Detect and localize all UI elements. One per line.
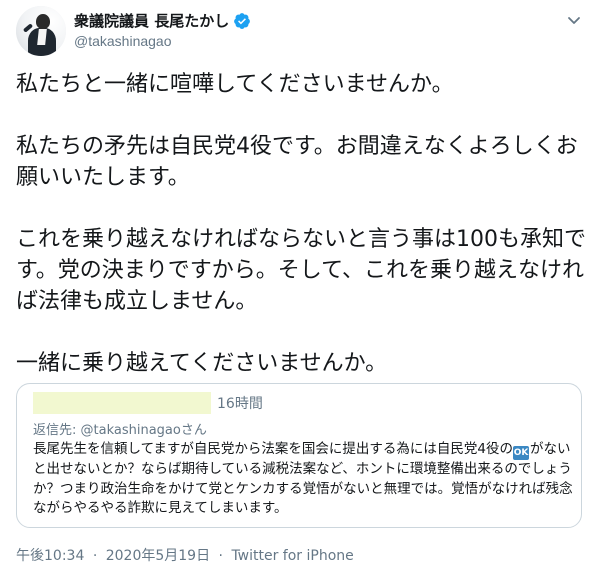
- meta-separator: ·: [92, 548, 98, 564]
- tweet-paragraph: 一緒に乗り越えてくださいませんか。: [16, 351, 388, 376]
- tweet-source[interactable]: Twitter for iPhone: [231, 548, 353, 564]
- quoted-tweet-header: 16時間: [33, 392, 263, 414]
- ok-emoji-icon: OK: [513, 446, 530, 460]
- tweet-text: 私たちと一緒に喧嘩してくださいませんか。 私たちの矛先は自民党4役です。お間違え…: [16, 69, 586, 379]
- redacted-author: [33, 392, 211, 414]
- chevron-down-icon[interactable]: [566, 12, 582, 28]
- verified-badge-icon: [233, 12, 251, 30]
- author-handle[interactable]: @takashinagao: [74, 33, 172, 49]
- meta-separator: ·: [218, 548, 223, 564]
- reply-to-label: 返信先: @takashinagaoさん: [33, 423, 207, 438]
- quoted-text-part: 長尾先生を信頼してますが自民党から法案を国会に提出する為には自民党4役の: [33, 441, 514, 457]
- display-name[interactable]: 衆議院議員 長尾たかし: [74, 10, 229, 31]
- tweet-meta: 午後10:34 · 2020年5月19日 · Twitter for iPhon…: [16, 545, 354, 565]
- tweet-time[interactable]: 午後10:34: [16, 548, 84, 564]
- tweet-paragraph: 私たちの矛先は自民党4役です。お間違えなくよろしくお願いいたします。: [16, 134, 578, 190]
- tweet-paragraph: これを乗り越えなければならないと言う事は100も承知です。党の決まりですから。そ…: [16, 227, 586, 314]
- quoted-tweet-time[interactable]: 16時間: [217, 393, 263, 413]
- tweet-paragraph: 私たちと一緒に喧嘩してくださいませんか。: [16, 72, 454, 97]
- tweet-date[interactable]: 2020年5月19日: [106, 548, 210, 564]
- tweet: 衆議院議員 長尾たかし @takashinagao 私たちと一緒に喧嘩してくださ…: [0, 0, 600, 570]
- avatar[interactable]: [16, 6, 66, 56]
- author-name-row: 衆議院議員 長尾たかし: [74, 10, 251, 31]
- quoted-tweet-card[interactable]: 16時間 返信先: @takashinagaoさん 長尾先生を信頼してますが自民…: [16, 383, 582, 528]
- quoted-tweet-text: 長尾先生を信頼してますが自民党から法案を国会に提出する為には自民党4役のOK がな…: [33, 440, 573, 519]
